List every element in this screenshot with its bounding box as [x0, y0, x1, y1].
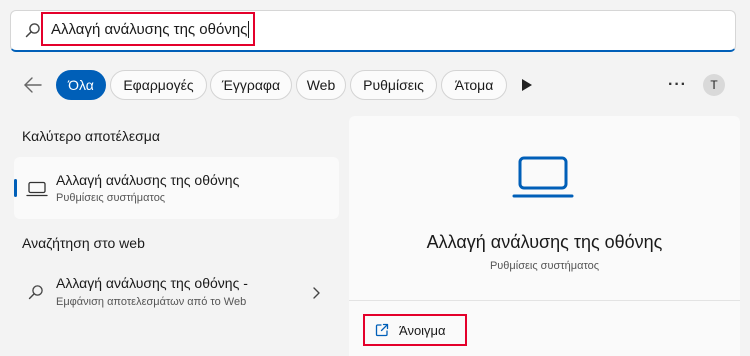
search-icon — [25, 22, 41, 38]
web-search-subtitle: Εμφάνιση αποτελεσμάτων από το Web — [56, 296, 247, 308]
search-input[interactable]: Αλλαγή ανάλυσης της οθόνης — [41, 12, 255, 46]
filter-chip-all[interactable]: Όλα — [56, 70, 106, 100]
filter-chip-web[interactable]: Web — [296, 70, 346, 100]
best-match-heading: Καλύτερο αποτέλεσμα — [22, 128, 160, 144]
detail-title: Αλλαγή ανάλυσης της οθόνης — [426, 232, 663, 252]
back-arrow-icon[interactable] — [22, 74, 44, 96]
search-icon — [28, 284, 44, 305]
search-query-text: Αλλαγή ανάλυσης της οθόνης — [51, 20, 248, 38]
best-match-result[interactable]: Αλλαγή ανάλυσης της οθόνης Ρυθμίσεις συσ… — [14, 157, 339, 219]
more-filters-play-icon[interactable] — [521, 78, 533, 97]
web-search-result[interactable]: Αλλαγή ανάλυσης της οθόνης - Εμφάνιση απ… — [14, 265, 339, 319]
laptop-icon — [26, 181, 48, 202]
text-caret — [248, 20, 250, 38]
detail-subtitle: Ρυθμίσεις συστήματος — [489, 260, 600, 272]
filter-chip-documents[interactable]: Έγγραφα — [210, 70, 292, 100]
chevron-right-icon[interactable] — [312, 286, 320, 304]
open-external-icon — [375, 323, 389, 337]
detail-panel: Αλλαγή ανάλυσης της οθόνης Ρυθμίσεις συσ… — [349, 116, 740, 356]
open-button-label: Άνοιγμα — [399, 322, 446, 338]
filter-chip-apps[interactable]: Εφαρμογές — [110, 70, 207, 100]
open-button[interactable]: Άνοιγμα — [363, 314, 467, 346]
best-match-subtitle: Ρυθμίσεις συστήματος — [56, 192, 166, 204]
more-options-button[interactable]: ··· — [668, 76, 687, 94]
filter-chip-people[interactable]: Άτομα — [441, 70, 507, 100]
web-search-title: Αλλαγή ανάλυσης της οθόνης - — [56, 275, 248, 291]
laptop-icon — [512, 156, 574, 205]
best-match-title: Αλλαγή ανάλυσης της οθόνης — [56, 172, 240, 188]
filter-bar: Όλα Εφαρμογές Έγγραφα Web Ρυθμίσεις Άτομ… — [0, 68, 750, 104]
filter-chip-settings[interactable]: Ρυθμίσεις — [350, 70, 437, 100]
selection-indicator — [14, 179, 17, 197]
divider — [349, 300, 740, 301]
web-search-heading: Αναζήτηση στο web — [22, 235, 145, 251]
search-bar[interactable]: Αλλαγή ανάλυσης της οθόνης — [10, 10, 736, 52]
avatar[interactable]: T — [703, 74, 725, 96]
